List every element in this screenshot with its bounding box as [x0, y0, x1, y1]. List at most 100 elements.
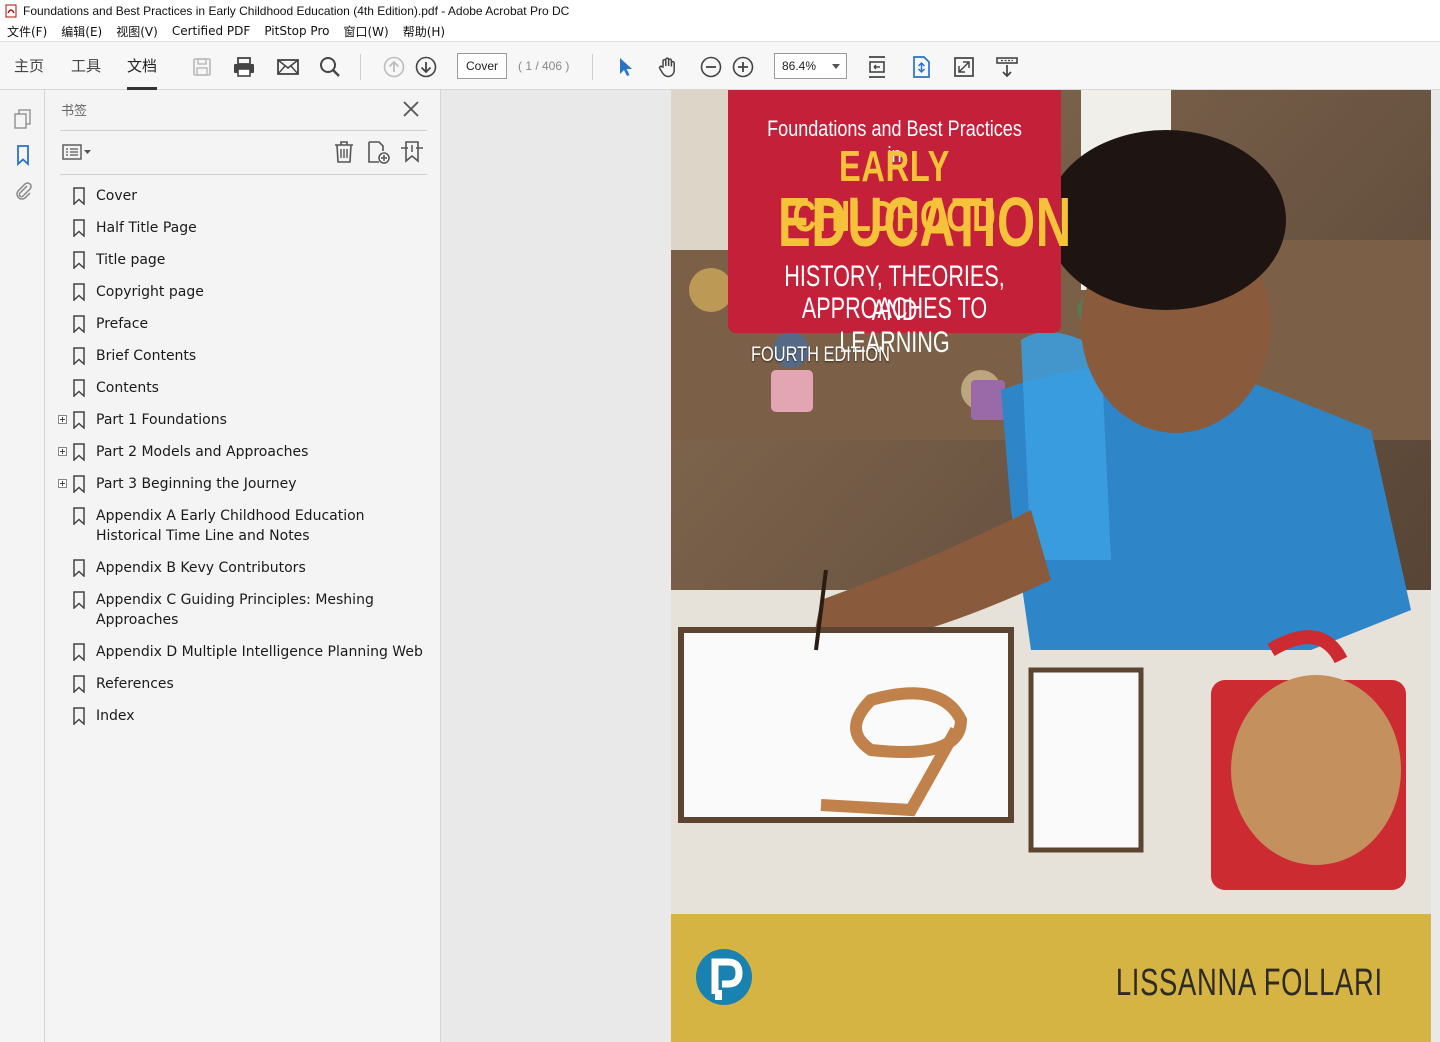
- close-icon[interactable]: [401, 99, 421, 119]
- bookmark-icon: [72, 675, 86, 694]
- panel-divider: [60, 174, 427, 175]
- bookmark-icon: [72, 379, 86, 398]
- bookmark-item[interactable]: Part 2 Models and Approaches: [45, 442, 441, 462]
- bookmark-label: Contents: [96, 380, 159, 396]
- main-toolbar: 主页 工具 文档 Cover ( 1 / 406 ) 86.4%: [0, 42, 1440, 90]
- bookmark-item[interactable]: Half Title Page: [45, 218, 441, 238]
- bookmark-item[interactable]: Preface: [45, 314, 441, 334]
- bookmark-icon: [72, 559, 86, 578]
- bookmark-label: Appendix D Multiple Intelligence Plannin…: [96, 644, 423, 660]
- bookmark-item[interactable]: Appendix B Kevy Contributors: [45, 558, 441, 578]
- expand-icon[interactable]: [58, 447, 67, 456]
- bookmark-item[interactable]: Appendix A Early Childhood Education His…: [45, 506, 441, 546]
- bookmark-item[interactable]: Appendix C Guiding Principles: Meshing A…: [45, 590, 441, 630]
- hand-tool-icon[interactable]: [655, 54, 681, 80]
- chevron-down-icon: [832, 64, 840, 69]
- save-icon[interactable]: [189, 54, 215, 80]
- cover-author-band: LISSANNA FOLLARI: [671, 914, 1431, 1042]
- bookmark-item[interactable]: Index: [45, 706, 441, 726]
- read-mode-icon[interactable]: [994, 54, 1020, 80]
- bookmark-icon: [72, 251, 86, 270]
- menu-bar: 文件(F) 编辑(E) 视图(V) Certified PDF PitStop …: [0, 21, 1440, 42]
- acrobat-pdf-icon: [4, 4, 18, 18]
- panel-divider: [60, 130, 427, 131]
- navigation-rail: [0, 90, 45, 1042]
- tab-home[interactable]: 主页: [14, 42, 44, 90]
- page-thumbnails-icon[interactable]: [10, 106, 36, 132]
- bookmark-item[interactable]: Part 3 Beginning the Journey: [45, 474, 441, 494]
- bookmark-label: Appendix A Early Childhood Education His…: [96, 508, 365, 544]
- panel-title: 书签: [61, 104, 88, 119]
- bookmark-item[interactable]: Copyright page: [45, 282, 441, 302]
- menu-edit[interactable]: 编辑(E): [54, 23, 109, 40]
- title-bar: Foundations and Best Practices in Early …: [0, 0, 1440, 21]
- zoom-level-value: 86.4%: [782, 59, 817, 73]
- zoom-out-icon[interactable]: [698, 54, 724, 80]
- email-icon[interactable]: [275, 54, 301, 80]
- fit-page-scroll-icon[interactable]: [864, 54, 890, 80]
- bookmark-label: Title page: [96, 252, 166, 268]
- expand-icon[interactable]: [58, 479, 67, 488]
- bookmark-icon: [72, 347, 86, 366]
- zoom-level-select[interactable]: 86.4%: [774, 53, 847, 79]
- tab-document[interactable]: 文档: [127, 42, 158, 90]
- document-view[interactable]: Foundations and Best Practices in EARLY …: [441, 90, 1440, 1042]
- bookmarks-icon[interactable]: [10, 142, 36, 168]
- menu-view[interactable]: 视图(V): [109, 23, 165, 40]
- fit-page-icon[interactable]: [908, 54, 934, 80]
- search-icon[interactable]: [317, 54, 343, 80]
- cover-title-box: Foundations and Best Practices in EARLY …: [728, 90, 1071, 359]
- bookmark-item[interactable]: Contents: [45, 378, 441, 398]
- tab-tools[interactable]: 工具: [71, 42, 101, 90]
- bookmark-icon: [72, 411, 86, 430]
- print-icon[interactable]: [231, 54, 257, 80]
- bookmark-icon: [72, 591, 86, 610]
- page-number-input[interactable]: Cover: [457, 53, 507, 79]
- window-title: Foundations and Best Practices in Early …: [23, 3, 570, 18]
- menu-file[interactable]: 文件(F): [0, 23, 54, 40]
- bookmarks-panel: 书签 Cover Half Title Page Title page Copyrig…: [45, 90, 441, 1042]
- delete-bookmark-icon[interactable]: [331, 139, 357, 165]
- toolbar-divider: [592, 54, 593, 80]
- bookmark-label: Brief Contents: [96, 348, 197, 364]
- pearson-logo: [695, 946, 753, 1008]
- bookmark-label: Part 1 Foundations: [96, 412, 227, 428]
- attachments-icon[interactable]: [10, 178, 36, 204]
- bookmark-item[interactable]: Appendix D Multiple Intelligence Plannin…: [45, 642, 441, 662]
- expand-icon[interactable]: [58, 415, 67, 424]
- bookmark-item[interactable]: References: [45, 674, 441, 694]
- bookmark-label: Appendix C Guiding Principles: Meshing A…: [96, 592, 374, 628]
- select-cursor-icon[interactable]: [612, 54, 638, 80]
- menu-pitstop-pro[interactable]: PitStop Pro: [257, 24, 336, 38]
- toolbar-divider: [360, 54, 361, 80]
- previous-page-icon[interactable]: [381, 54, 407, 80]
- next-page-icon[interactable]: [413, 54, 439, 80]
- bookmark-label: Appendix B Kevy Contributors: [96, 560, 306, 576]
- bookmark-label: Copyright page: [96, 284, 204, 300]
- bookmark-icon: [72, 475, 86, 494]
- bookmark-from-structure-icon[interactable]: [399, 139, 425, 165]
- pdf-page-cover: Foundations and Best Practices in EARLY …: [671, 90, 1431, 1042]
- zoom-in-icon[interactable]: [730, 54, 756, 80]
- bookmark-label: Part 2 Models and Approaches: [96, 444, 309, 460]
- bookmark-label: Part 3 Beginning the Journey: [96, 476, 297, 492]
- bookmark-icon: [72, 443, 86, 462]
- bookmark-label: Cover: [96, 188, 137, 204]
- menu-window[interactable]: 窗口(W): [336, 23, 395, 40]
- bookmark-item[interactable]: Title page: [45, 250, 441, 270]
- bookmark-icon: [72, 187, 86, 206]
- menu-certified-pdf[interactable]: Certified PDF: [165, 24, 258, 38]
- bookmark-icon: [72, 283, 86, 302]
- bookmark-icon: [72, 643, 86, 662]
- full-screen-icon[interactable]: [951, 54, 977, 80]
- bookmark-label: Preface: [96, 316, 149, 332]
- bookmark-item[interactable]: Cover: [45, 186, 441, 206]
- menu-help[interactable]: 帮助(H): [396, 23, 452, 40]
- bookmark-item[interactable]: Brief Contents: [45, 346, 441, 366]
- cover-author: LISSANNA FOLLARI: [1116, 962, 1383, 1004]
- bookmark-label: Index: [96, 708, 135, 724]
- bookmark-options-button[interactable]: [61, 142, 95, 162]
- new-bookmark-icon[interactable]: [365, 139, 391, 165]
- bookmark-item[interactable]: Part 1 Foundations: [45, 410, 441, 430]
- bookmark-icon: [72, 507, 86, 526]
